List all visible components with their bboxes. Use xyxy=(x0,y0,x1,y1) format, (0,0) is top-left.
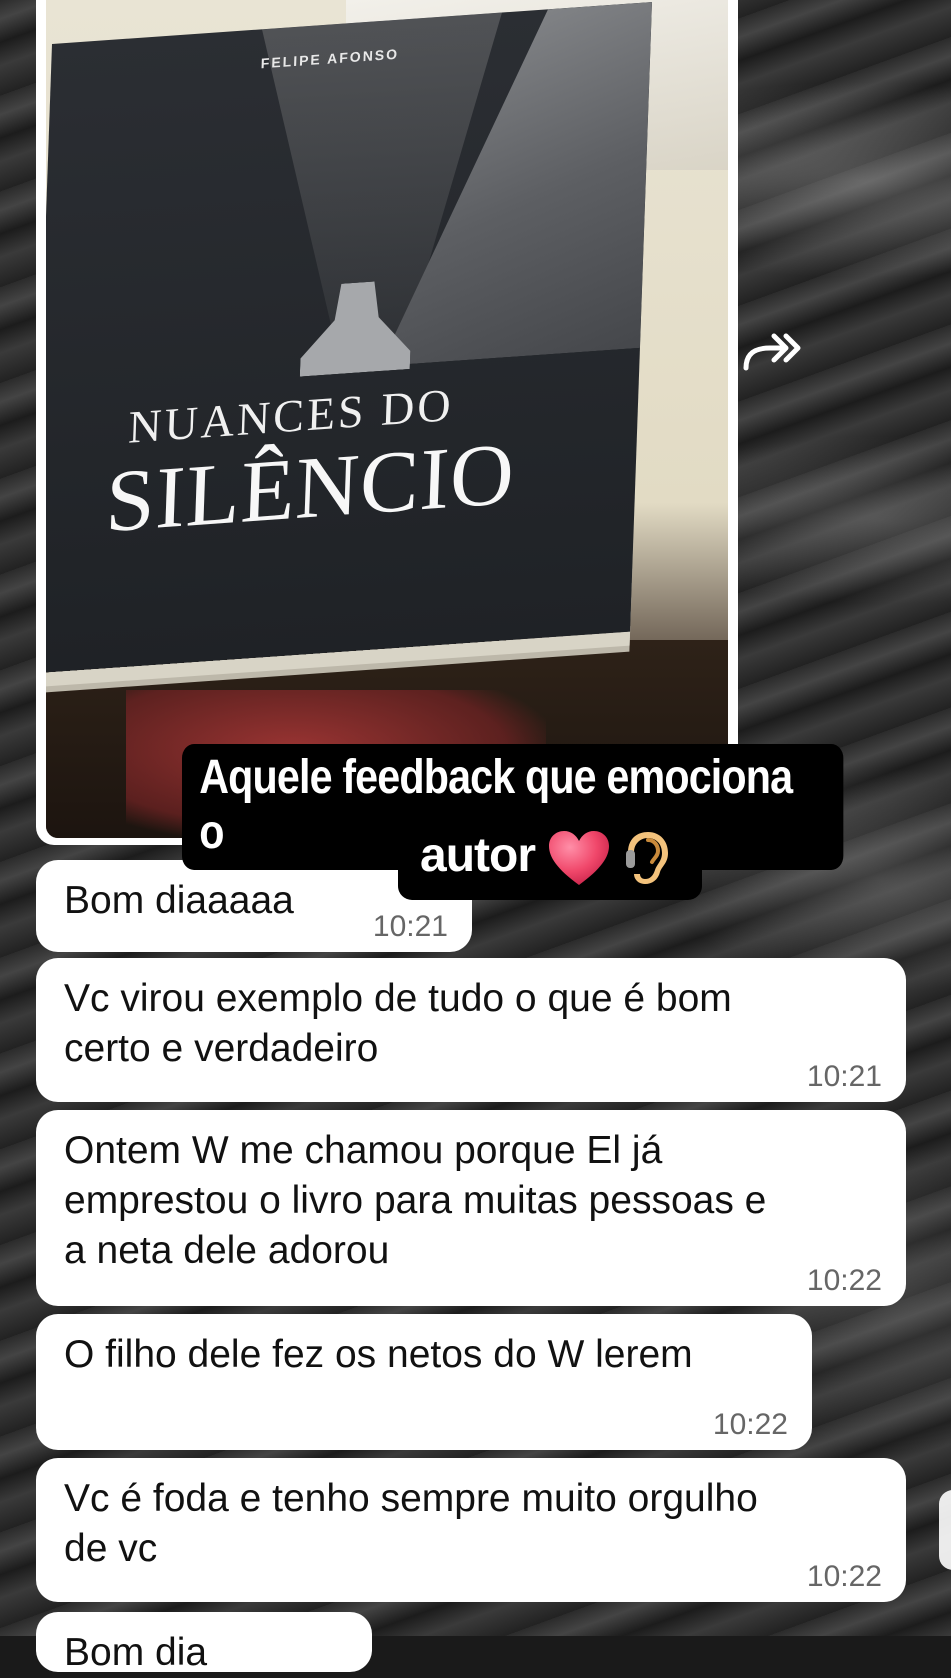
heart-icon xyxy=(549,831,610,886)
message-text: O filho dele fez os netos do W lerem xyxy=(64,1333,693,1376)
message-bubble[interactable]: Bom dia xyxy=(36,1612,372,1674)
message-time: 10:21 xyxy=(372,910,448,943)
message-time: 10:22 xyxy=(712,1408,788,1441)
forward-icon[interactable] xyxy=(740,326,804,374)
message-bubble[interactable]: Ontem W me chamou porque El já emprestou… xyxy=(36,1110,906,1306)
message-text: Vc é foda e tenho sempre muito orgulho d… xyxy=(64,1477,758,1570)
caption-line2: autor xyxy=(398,822,702,901)
message-bubble[interactable]: Vc é foda e tenho sempre muito orgulho d… xyxy=(36,1458,906,1602)
book-cover: FELIPE AFONSO NUANCES DO SILÊNCIO xyxy=(46,2,652,674)
caption-text: autor xyxy=(420,829,536,882)
message-text: Ontem W me chamou porque El já emprestou… xyxy=(64,1129,767,1272)
message-text: Vc virou exemplo de tudo o que é bom cer… xyxy=(64,977,732,1070)
book-photo[interactable]: FELIPE AFONSO NUANCES DO SILÊNCIO xyxy=(46,0,728,838)
message-time: 10:22 xyxy=(806,1264,882,1297)
message-bubble[interactable]: Vc virou exemplo de tudo o que é bom cer… xyxy=(36,958,906,1102)
message-time: 10:22 xyxy=(806,1560,882,1593)
ear-with-hearing-aid-icon xyxy=(625,832,668,885)
partial-bubble-edge xyxy=(939,1490,951,1570)
message-time: 10:21 xyxy=(806,1060,882,1093)
message-bubble[interactable]: O filho dele fez os netos do W lerem 10:… xyxy=(36,1314,812,1450)
